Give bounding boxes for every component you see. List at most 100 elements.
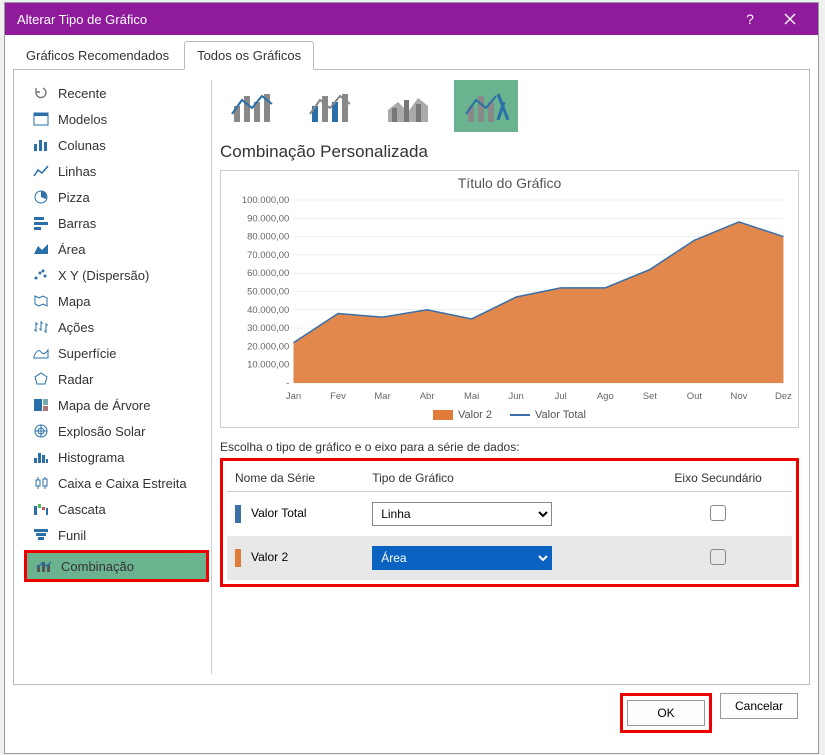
sidebar-item-label: Mapa de Árvore: [58, 398, 151, 413]
svg-text:30.000,00: 30.000,00: [247, 323, 289, 333]
sidebar-item-label: Explosão Solar: [58, 424, 145, 439]
dialog-footer: OK Cancelar: [13, 685, 810, 743]
custom-combo-icon: [462, 86, 510, 126]
series-instruction: Escolha o tipo de gráfico e o eixo para …: [220, 440, 799, 454]
combo-subtype-row: [220, 80, 799, 132]
sidebar-item-label: Mapa: [58, 294, 91, 309]
combo-subtype-2[interactable]: [298, 80, 362, 132]
sidebar-item-treemap[interactable]: Mapa de Árvore: [24, 392, 209, 418]
sidebar-item-bars[interactable]: Barras: [24, 210, 209, 236]
close-button[interactable]: [770, 3, 810, 35]
change-chart-type-dialog: Alterar Tipo de Gráfico ? Gráficos Recom…: [4, 2, 819, 754]
scatter-icon: [32, 267, 50, 283]
sidebar-item-label: Colunas: [58, 138, 106, 153]
svg-text:Abr: Abr: [420, 391, 435, 401]
svg-text:-: -: [286, 378, 289, 388]
chart-preview-title: Título do Gráfico: [225, 175, 794, 191]
undo-icon: [32, 85, 50, 101]
sidebar-item-label: Cascata: [58, 502, 106, 517]
stock-icon: [32, 319, 50, 335]
svg-text:Set: Set: [643, 391, 658, 401]
sidebar-item-boxplot[interactable]: Caixa e Caixa Estreita: [24, 470, 209, 496]
close-icon: [784, 13, 796, 25]
sidebar-item-funnel[interactable]: Funil: [24, 522, 209, 548]
secondary-axis-checkbox-valor2[interactable]: [710, 549, 726, 565]
map-icon: [32, 293, 50, 309]
col-series-name: Nome da Série: [227, 465, 364, 492]
legend-valor-total: Valor Total: [510, 409, 586, 421]
sidebar-item-scatter[interactable]: X Y (Dispersão): [24, 262, 209, 288]
combo-subtype-3[interactable]: [376, 80, 440, 132]
column-icon: [32, 137, 50, 153]
chart-type-select-valor-total[interactable]: Linha: [372, 502, 552, 526]
sidebar-item-map[interactable]: Mapa: [24, 288, 209, 314]
svg-text:Ago: Ago: [597, 391, 614, 401]
sidebar-item-label: Linhas: [58, 164, 96, 179]
svg-text:40.000,00: 40.000,00: [247, 305, 289, 315]
sidebar-item-pie[interactable]: Pizza: [24, 184, 209, 210]
sidebar-item-waterfall[interactable]: Cascata: [24, 496, 209, 522]
sidebar-item-columns[interactable]: Colunas: [24, 132, 209, 158]
sidebar-item-label: Funil: [58, 528, 86, 543]
funnel-icon: [32, 527, 50, 543]
dialog-body: Gráficos Recomendados Todos os Gráficos …: [5, 35, 818, 753]
template-icon: [32, 111, 50, 127]
svg-text:80.000,00: 80.000,00: [247, 232, 289, 242]
series-name-label: Valor Total: [251, 506, 307, 520]
sidebar-item-templates[interactable]: Modelos: [24, 106, 209, 132]
sidebar-item-area[interactable]: Área: [24, 236, 209, 262]
sidebar-item-label: Ações: [58, 320, 94, 335]
svg-text:Jun: Jun: [509, 391, 524, 401]
tab-recommended[interactable]: Gráficos Recomendados: [13, 41, 182, 70]
chart-type-select-valor2[interactable]: Área: [372, 546, 552, 570]
surface-icon: [32, 345, 50, 361]
help-button[interactable]: ?: [730, 3, 770, 35]
svg-text:Mai: Mai: [464, 391, 479, 401]
svg-text:Jan: Jan: [286, 391, 301, 401]
cancel-button[interactable]: Cancelar: [720, 693, 798, 719]
sidebar-item-lines[interactable]: Linhas: [24, 158, 209, 184]
svg-text:Mar: Mar: [374, 391, 390, 401]
highlight-box-series: Nome da Série Tipo de Gráfico Eixo Secun…: [220, 458, 799, 587]
svg-text:Nov: Nov: [730, 391, 747, 401]
svg-text:10.000,00: 10.000,00: [247, 360, 289, 370]
sidebar-item-histogram[interactable]: Histograma: [24, 444, 209, 470]
highlight-box-sidebar: Combinação: [24, 550, 209, 582]
svg-text:20.000,00: 20.000,00: [247, 342, 289, 352]
sidebar-item-surface[interactable]: Superfície: [24, 340, 209, 366]
secondary-axis-checkbox-valor-total[interactable]: [710, 505, 726, 521]
sidebar-item-sunburst[interactable]: Explosão Solar: [24, 418, 209, 444]
combo-subtype-1[interactable]: [220, 80, 284, 132]
stacked-area-column-icon: [384, 86, 432, 126]
series-row-valor2[interactable]: Valor 2 Área: [227, 536, 792, 580]
dialog-title: Alterar Tipo de Gráfico: [13, 12, 730, 27]
svg-text:60.000,00: 60.000,00: [247, 268, 289, 278]
sidebar-item-label: Modelos: [58, 112, 107, 127]
sidebar-item-recent[interactable]: Recente: [24, 80, 209, 106]
sidebar-item-label: Pizza: [58, 190, 90, 205]
highlight-box-ok: OK: [620, 693, 712, 733]
swatch-blue-line: [510, 414, 530, 416]
svg-text:50.000,00: 50.000,00: [247, 287, 289, 297]
combo-subtype-custom[interactable]: [454, 80, 518, 132]
sidebar-item-label: Barras: [58, 216, 96, 231]
titlebar: Alterar Tipo de Gráfico ?: [5, 3, 818, 35]
line-icon: [32, 163, 50, 179]
ok-button[interactable]: OK: [627, 700, 705, 726]
sidebar-item-combo[interactable]: Combinação: [27, 553, 206, 579]
series-row-valor-total[interactable]: Valor Total Linha: [227, 492, 792, 537]
clustered-column-line-icon: [228, 86, 276, 126]
tab-all-charts[interactable]: Todos os Gráficos: [184, 41, 314, 70]
series-marker-orange: [235, 549, 241, 567]
sidebar-item-label: Caixa e Caixa Estreita: [58, 476, 187, 491]
series-marker-blue: [235, 505, 241, 523]
legend-valor2: Valor 2: [433, 409, 492, 421]
sidebar-item-label: Área: [58, 242, 85, 257]
svg-text:90.000,00: 90.000,00: [247, 214, 289, 224]
bar-icon: [32, 215, 50, 231]
sidebar-item-stock[interactable]: Ações: [24, 314, 209, 340]
area-icon: [32, 241, 50, 257]
chart-type-sidebar: Recente Modelos Colunas Linhas Pizza Bar…: [24, 80, 212, 674]
tab-row: Gráficos Recomendados Todos os Gráficos: [13, 41, 810, 70]
sidebar-item-radar[interactable]: Radar: [24, 366, 209, 392]
